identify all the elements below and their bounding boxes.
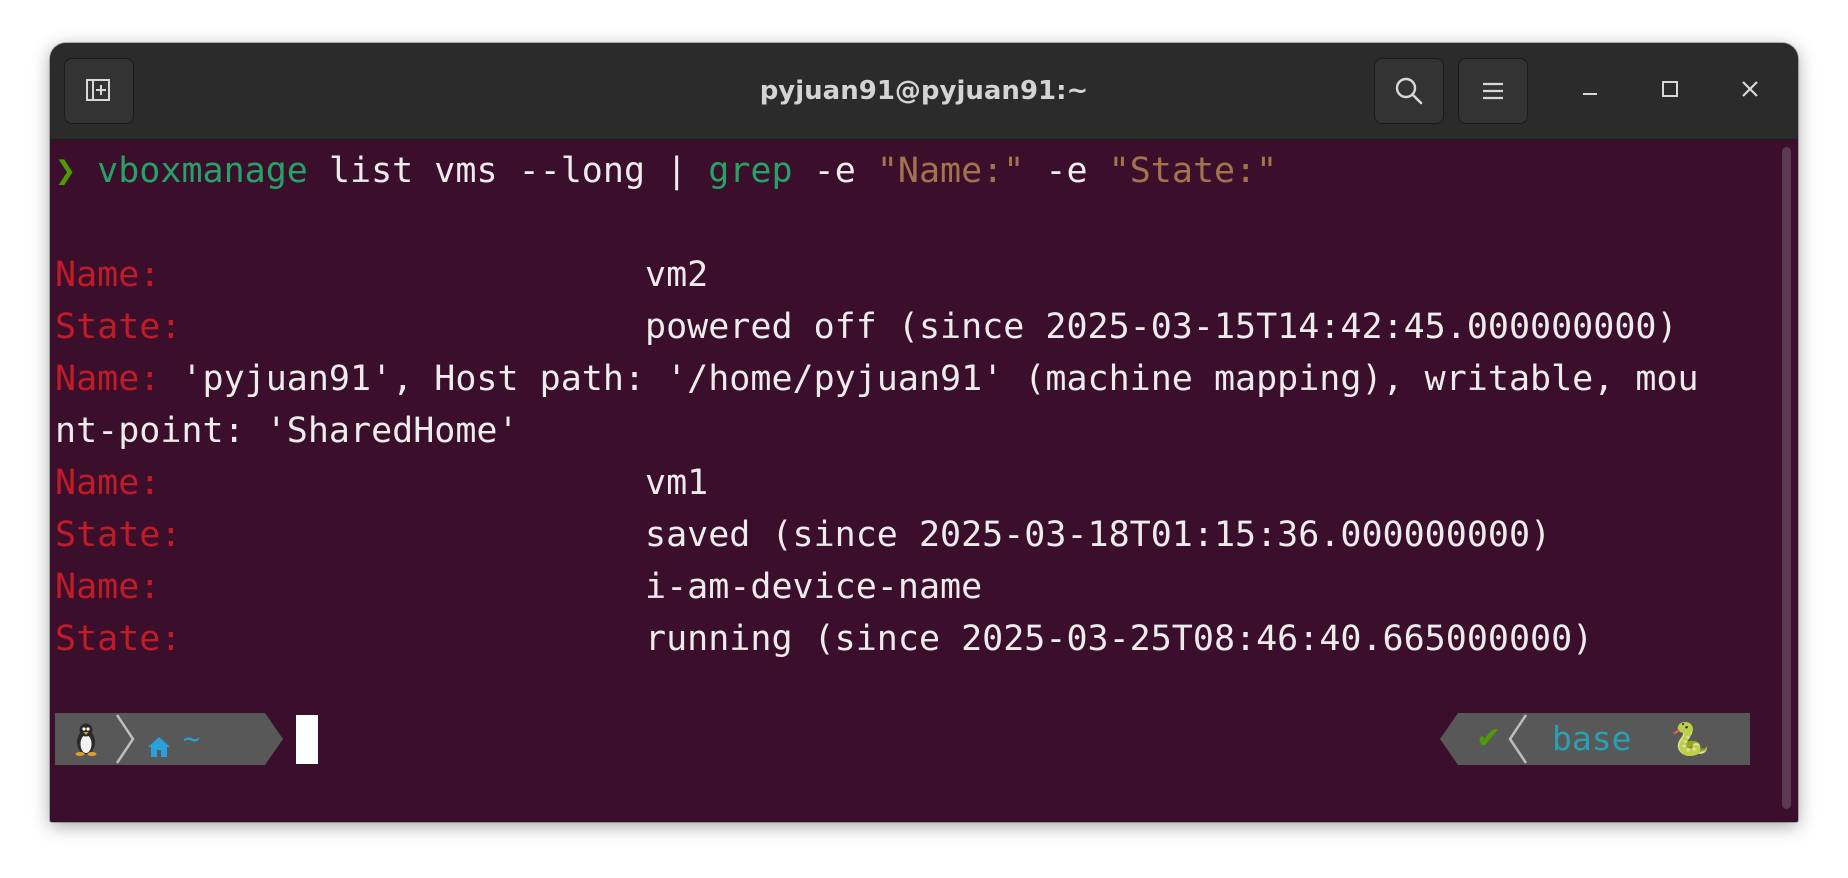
prompt-arrow: ❯ <box>55 151 77 191</box>
output-label: State: <box>55 619 182 659</box>
output-label: Name: <box>55 359 161 399</box>
output-line: Name: vm2 <box>55 249 708 301</box>
output-line: Name: vm1 <box>55 457 708 509</box>
output-label: Name: <box>55 255 161 295</box>
output-text: vm2 <box>160 255 709 295</box>
home-icon <box>147 727 171 767</box>
maximize-icon <box>1660 79 1680 104</box>
output-line: State: saved (since 2025-03-18T01:15:36.… <box>55 509 1551 561</box>
output-line: Name: 'pyjuan91', Host path: '/home/pyju… <box>55 353 1699 405</box>
output-text: nt-point: 'SharedHome' <box>55 411 519 451</box>
output-line: State: powered off (since 2025-03-15T14:… <box>55 301 1678 353</box>
command-pattern-1: "Name:" <box>876 151 1025 191</box>
minimize-icon <box>1580 79 1600 104</box>
output-label: State: <box>55 515 182 555</box>
terminal-window: pyjuan91@pyjuan91:~ ❯ vboxmanage list vm… <box>50 43 1798 822</box>
text-cursor <box>296 715 318 764</box>
minimize-button[interactable] <box>1570 71 1610 111</box>
close-button[interactable] <box>1730 71 1770 111</box>
command-line: ❯ vboxmanage list vms --long | grep -e "… <box>55 145 1277 197</box>
output-text: saved (since 2025-03-18T01:15:36.0000000… <box>181 515 1552 555</box>
command-program: vboxmanage <box>97 151 308 191</box>
search-button[interactable] <box>1374 58 1444 124</box>
hamburger-menu-icon <box>1480 80 1506 102</box>
new-tab-icon <box>84 77 114 105</box>
output-line: nt-point: 'SharedHome' <box>55 405 519 457</box>
maximize-button[interactable] <box>1650 71 1690 111</box>
title-bar: pyjuan91@pyjuan91:~ <box>50 43 1798 140</box>
command-args: list vms --long | <box>307 151 709 191</box>
output-label: Name: <box>55 567 161 607</box>
output-text: 'pyjuan91', Host path: '/home/pyjuan91' … <box>160 359 1699 399</box>
close-icon <box>1740 79 1760 104</box>
new-tab-button[interactable] <box>64 58 134 124</box>
output-line: Name: i-am-device-name <box>55 561 982 613</box>
menu-button[interactable] <box>1458 58 1528 124</box>
command-pattern-2: "State:" <box>1108 151 1278 191</box>
prompt-right-segment: ✔ base 🐍 <box>1440 713 1750 765</box>
command-flag-2: -e <box>1024 151 1109 191</box>
output-text: powered off (since 2025-03-15T14:42:45.0… <box>181 307 1678 347</box>
output-text: vm1 <box>160 463 709 503</box>
command-flag-1: -e <box>792 151 877 191</box>
command-grep: grep <box>708 151 793 191</box>
python-snake-icon: 🐍 <box>1670 720 1710 758</box>
output-label: State: <box>55 307 182 347</box>
linux-penguin-icon <box>73 722 99 765</box>
output-line: State: running (since 2025-03-25T08:46:4… <box>55 613 1593 665</box>
vertical-scrollbar[interactable] <box>1782 147 1791 809</box>
output-text: i-am-device-name <box>160 567 983 607</box>
terminal-output-area[interactable]: ❯ vboxmanage list vms --long | grep -e "… <box>50 139 1798 822</box>
output-label: Name: <box>55 463 161 503</box>
checkmark-icon: ✔ <box>1476 721 1502 756</box>
prompt-left-segment: ~ <box>55 713 283 765</box>
conda-env-name: base <box>1552 719 1632 758</box>
window-title: pyjuan91@pyjuan91:~ <box>759 76 1089 106</box>
current-directory: ~ <box>183 722 200 755</box>
search-icon <box>1393 75 1425 107</box>
output-text: running (since 2025-03-25T08:46:40.66500… <box>181 619 1594 659</box>
